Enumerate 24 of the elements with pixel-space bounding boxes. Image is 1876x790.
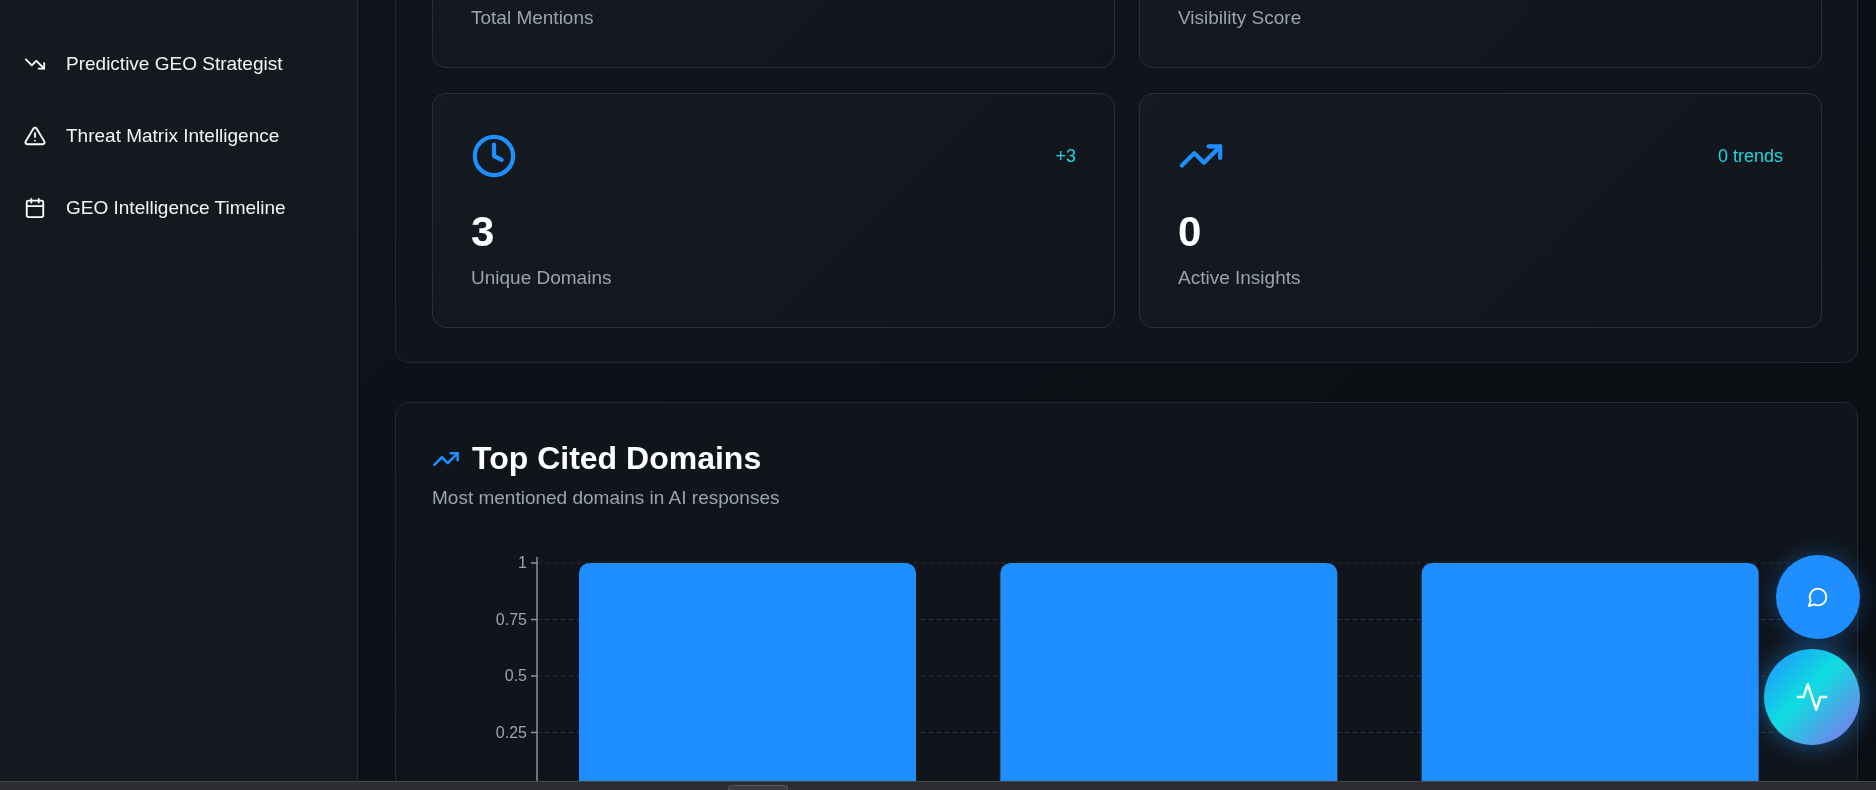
panel-subtitle: Most mentioned domains in AI responses	[432, 487, 781, 509]
pulse-icon	[1795, 680, 1829, 714]
calendar-icon	[24, 197, 46, 219]
sidebar-item[interactable]: Threat Matrix Intelligence	[0, 122, 290, 150]
sidebar-item[interactable]: GEO Intelligence Timeline	[0, 194, 296, 222]
stat-value: 3	[471, 211, 496, 253]
tick-label: 0.25	[495, 723, 527, 741]
clock-icon	[471, 133, 517, 179]
tick-label: 1	[518, 554, 527, 571]
stat-label: Unique Domains	[471, 266, 613, 290]
change-text: 0 trends	[1717, 145, 1783, 167]
sidebar-item[interactable]: Predictive GEO Strategist	[0, 50, 293, 78]
warning-icon	[24, 125, 46, 147]
change-text: +3	[1055, 145, 1076, 167]
stat-label: Total Mentions	[471, 6, 595, 30]
panel-title: Top Cited Domains	[472, 440, 762, 477]
stat-value: 0	[1178, 211, 1203, 253]
chat-icon	[1807, 586, 1829, 608]
tick-label: 0.5	[504, 667, 527, 684]
stat-label: Visibility Score	[1178, 6, 1303, 30]
tick-label: 0.75	[495, 610, 527, 628]
scrollbar-thumb[interactable]	[728, 785, 788, 790]
stat-label: Active Insights	[1178, 266, 1302, 290]
scrollbar[interactable]	[0, 781, 1876, 790]
